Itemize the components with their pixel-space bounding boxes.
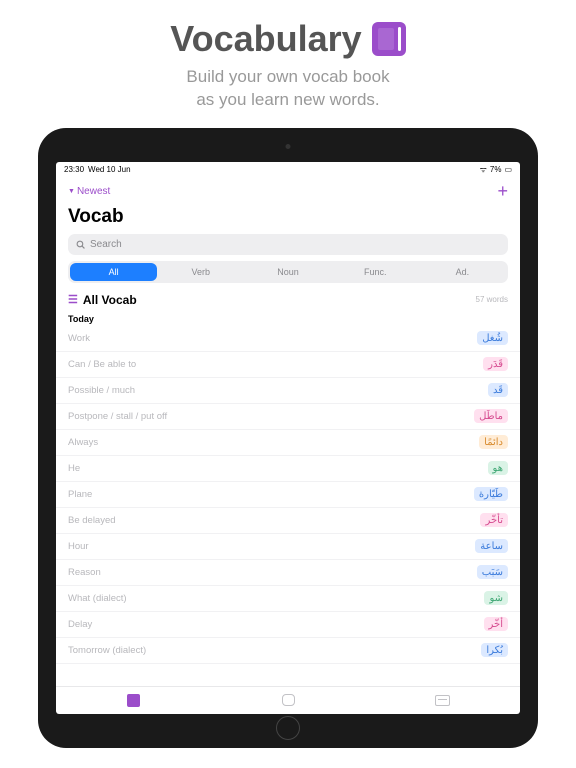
vocab-arabic: دائمًا xyxy=(479,435,508,449)
tab-vocab[interactable] xyxy=(56,694,211,707)
camera-dot xyxy=(286,144,291,149)
vocab-english: Tomorrow (dialect) xyxy=(68,645,146,656)
vocab-arabic: ماطَل xyxy=(474,409,508,423)
vocab-row[interactable]: Possible / much قَد xyxy=(56,378,520,404)
filter-tab-ad[interactable]: Ad. xyxy=(419,263,506,281)
vocab-arabic: قَدَر xyxy=(483,357,508,371)
search-input[interactable]: Search xyxy=(68,234,508,255)
vocab-row[interactable]: Delay أخّر xyxy=(56,612,520,638)
status-left: 23:30 Wed 10 Jun xyxy=(64,165,131,174)
status-bar: 23:30 Wed 10 Jun ᯤ 7% ▭ xyxy=(56,162,520,177)
vocab-row[interactable]: Work شُغل xyxy=(56,326,520,352)
vocab-row[interactable]: Plane طَيّارة xyxy=(56,482,520,508)
bottom-tab-bar xyxy=(56,686,520,714)
section-title: All Vocab xyxy=(83,293,137,307)
screen: 23:30 Wed 10 Jun ᯤ 7% ▭ Newest + Vocab S… xyxy=(56,162,520,714)
vocab-english: Be delayed xyxy=(68,515,116,526)
hero: Vocabulary Build your own vocab book as … xyxy=(0,0,576,120)
section-header: ☰ All Vocab 57 words xyxy=(56,289,520,311)
vocab-arabic: هو xyxy=(488,461,508,475)
hero-subtitle: Build your own vocab book as you learn n… xyxy=(0,66,576,112)
vocab-row[interactable]: Be delayed تأخّر xyxy=(56,508,520,534)
status-right: ᯤ 7% ▭ xyxy=(480,164,512,175)
tab-chat[interactable] xyxy=(211,694,366,707)
sort-label: Newest xyxy=(77,186,110,197)
book-icon xyxy=(372,22,406,56)
vocab-arabic: تأخّر xyxy=(480,513,508,527)
vocab-arabic: قَد xyxy=(488,383,508,397)
vocab-arabic: شو xyxy=(484,591,508,605)
vocab-english: Reason xyxy=(68,567,101,578)
title-row: Vocab xyxy=(56,206,520,234)
vocab-english: Possible / much xyxy=(68,385,135,396)
search-placeholder: Search xyxy=(90,239,122,250)
ipad-frame: 23:30 Wed 10 Jun ᯤ 7% ▭ Newest + Vocab S… xyxy=(38,128,538,748)
list-icon: ☰ xyxy=(68,293,78,306)
filter-tab-all[interactable]: All xyxy=(70,263,157,281)
vocab-arabic: بُكرا xyxy=(481,643,508,657)
hero-title-row: Vocabulary xyxy=(0,18,576,60)
vocab-arabic: سَبَب xyxy=(477,565,508,579)
card-icon xyxy=(435,695,450,706)
vocab-english: Postpone / stall / put off xyxy=(68,411,167,422)
vocab-row[interactable]: Hour ساعة xyxy=(56,534,520,560)
vocab-row[interactable]: Always دائمًا xyxy=(56,430,520,456)
vocab-row[interactable]: Tomorrow (dialect) بُكرا xyxy=(56,638,520,664)
filter-tabs: AllVerbNounFunc.Ad. xyxy=(68,261,508,283)
sort-button[interactable]: Newest xyxy=(68,186,110,197)
filter-tab-noun[interactable]: Noun xyxy=(244,263,331,281)
vocab-row[interactable]: Can / Be able to قَدَر xyxy=(56,352,520,378)
add-button[interactable]: + xyxy=(497,181,508,202)
vocab-english: What (dialect) xyxy=(68,593,127,604)
vocab-row[interactable]: Reason سَبَب xyxy=(56,560,520,586)
vocab-arabic: شُغل xyxy=(477,331,508,345)
vocab-row[interactable]: He هو xyxy=(56,456,520,482)
status-time: 23:30 xyxy=(64,165,84,174)
home-button[interactable] xyxy=(276,716,300,740)
hero-line1: Build your own vocab book xyxy=(0,66,576,89)
filter-tab-func[interactable]: Func. xyxy=(332,263,419,281)
battery-percent: 7% xyxy=(490,165,502,174)
wifi-icon: ᯤ xyxy=(480,164,487,175)
vocab-english: Always xyxy=(68,437,98,448)
vocab-english: Can / Be able to xyxy=(68,359,136,370)
word-count: 57 words xyxy=(476,295,508,304)
vocab-english: He xyxy=(68,463,80,474)
vocab-english: Hour xyxy=(68,541,89,552)
battery-icon: ▭ xyxy=(504,165,512,174)
vocab-arabic: ساعة xyxy=(475,539,508,553)
search-icon xyxy=(76,240,85,249)
hero-line2: as you learn new words. xyxy=(0,89,576,112)
tab-cards[interactable] xyxy=(365,694,520,707)
section-title-wrap: ☰ All Vocab xyxy=(68,293,137,307)
vocab-arabic: طَيّارة xyxy=(474,487,508,501)
filter-tab-verb[interactable]: Verb xyxy=(157,263,244,281)
page-title: Vocab xyxy=(68,206,508,228)
vocab-english: Plane xyxy=(68,489,92,500)
hero-title: Vocabulary xyxy=(170,18,361,60)
vocab-english: Work xyxy=(68,333,90,344)
vocab-arabic: أخّر xyxy=(484,617,508,631)
status-date: Wed 10 Jun xyxy=(88,165,131,174)
nav-row: Newest + xyxy=(56,177,520,206)
vocab-row[interactable]: What (dialect) شو xyxy=(56,586,520,612)
book-icon xyxy=(127,694,140,707)
vocab-list[interactable]: Work شُغل Can / Be able to قَدَر Possible / … xyxy=(56,326,520,686)
group-label: Today xyxy=(56,311,520,326)
vocab-row[interactable]: Postpone / stall / put off ماطَل xyxy=(56,404,520,430)
vocab-english: Delay xyxy=(68,619,92,630)
chat-icon xyxy=(282,694,295,706)
